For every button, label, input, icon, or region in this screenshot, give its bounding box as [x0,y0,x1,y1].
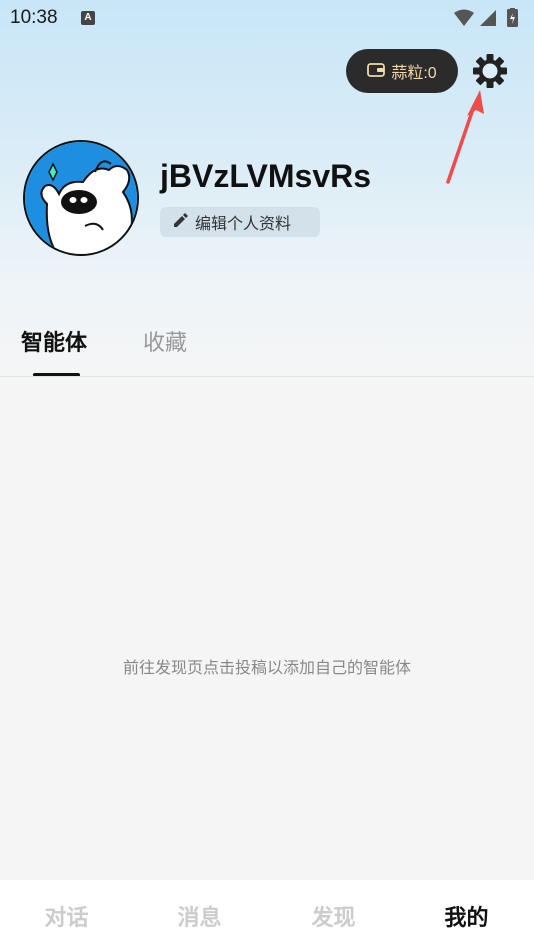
battery-icon [507,8,518,27]
edit-profile-label: 编辑个人资料 [195,214,292,233]
nav-discover[interactable]: 发现 [267,900,400,932]
mascot-icon [25,142,137,254]
avatar[interactable] [23,140,139,256]
status-icons [452,8,524,28]
nav-mine[interactable]: 我的 [400,900,533,932]
nav-messages[interactable]: 消息 [133,900,266,932]
signal-icon [480,10,496,26]
annotation-arrow [440,86,490,186]
status-time: 10:38 [10,7,58,28]
wifi-icon [454,9,474,26]
tab-divider [0,376,534,377]
pencil-icon [171,211,189,233]
tab-agents[interactable]: 智能体 [21,325,87,357]
notification-icon: A [81,11,95,25]
tab-favorites[interactable]: 收藏 [143,325,187,357]
wallet-label: 蒜粒:0 [391,65,437,82]
empty-state-message: 前往发现页点击投稿以添加自己的智能体 [122,658,411,677]
username: jBVzLVMsvRs [160,158,372,194]
nav-chat[interactable]: 对话 [0,900,133,932]
bottom-nav: 对话 消息 发现 我的 [0,880,534,951]
wallet-icon [367,62,386,81]
status-bar: 10:38 A [0,0,534,36]
edit-profile-button[interactable]: 编辑个人资料 [160,207,320,237]
